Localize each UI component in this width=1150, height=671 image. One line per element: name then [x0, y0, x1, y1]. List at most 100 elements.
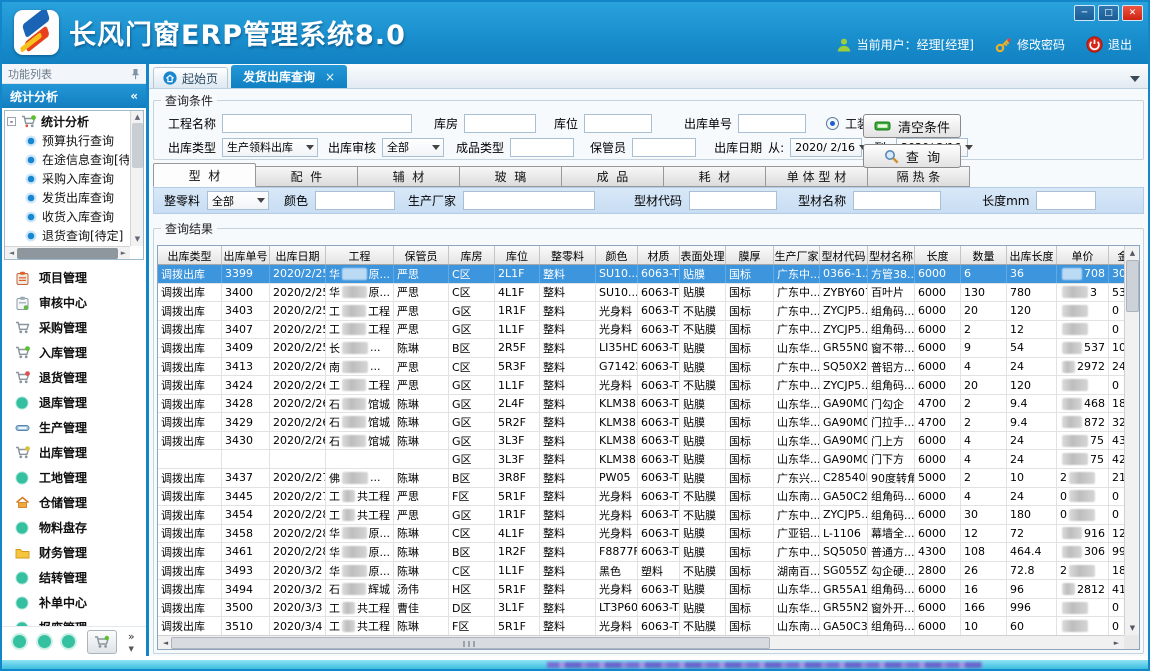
column-header[interactable]: 出库日期 — [270, 246, 326, 265]
tree-item[interactable]: 采购入库查询 — [7, 169, 129, 188]
tree-item[interactable]: 预算执行查询 — [7, 131, 129, 150]
table-row[interactable]: 调拨出库34132020/2/26南...严思C区5R3F整料G71422606… — [158, 358, 1124, 377]
column-header[interactable]: 材质 — [638, 246, 680, 265]
factory-input[interactable] — [463, 191, 595, 210]
sidebar-menu-item[interactable]: 审核中心 — [2, 290, 146, 315]
column-header[interactable]: 金额 — [1109, 246, 1124, 265]
table-row[interactable]: 调拨出库34292020/2/26石馆城陈琳G区5R2F整料KLM3817606… — [158, 413, 1124, 432]
length-input[interactable] — [1036, 191, 1096, 210]
collapse-panel-button[interactable]: « — [130, 89, 138, 103]
tab-home[interactable]: 起始页 — [153, 67, 228, 88]
material-tab[interactable]: 辅 材 — [357, 166, 460, 187]
tree-item[interactable]: 收货入库查询 — [7, 207, 129, 226]
close-button[interactable]: ✕ — [1122, 5, 1143, 21]
column-header[interactable]: 库位 — [495, 246, 540, 265]
table-row[interactable]: 调拨出库34372020/2/27佛...陈琳B区3R8F整料PW056063-… — [158, 469, 1124, 488]
column-header[interactable]: 出库类型 — [158, 246, 222, 265]
column-header[interactable]: 表面处理 — [680, 246, 726, 265]
sidebar-menu-item[interactable]: 入库管理 — [2, 340, 146, 365]
material-tab[interactable]: 配 件 — [255, 166, 358, 187]
column-header[interactable]: 单价 — [1057, 246, 1109, 265]
logout-button[interactable]: 退出 — [1086, 36, 1132, 53]
column-header[interactable]: 工程 — [326, 246, 394, 265]
column-header[interactable]: 保管员 — [394, 246, 449, 265]
tab-list-dropdown-icon[interactable] — [1130, 76, 1140, 82]
table-row[interactable]: 调拨出库34032020/2/25工工程严思G区1R1F整料光身料6063-T5… — [158, 302, 1124, 321]
column-header[interactable]: 型材名称 — [868, 246, 915, 265]
material-tab[interactable]: 单 体 型 材 — [765, 166, 868, 187]
material-tab[interactable]: 隔 热 条 — [867, 166, 970, 187]
sidebar-menu-item[interactable]: 结转管理 — [2, 565, 146, 590]
pin-icon[interactable] — [131, 68, 140, 80]
minimize-button[interactable]: ─ — [1074, 5, 1095, 21]
column-header[interactable]: 数量 — [961, 246, 1007, 265]
out-type-select[interactable]: 生产领料出库 — [222, 138, 318, 157]
project-name-input[interactable] — [222, 114, 412, 133]
table-row[interactable]: 调拨出库34452020/2/27工共工程严思F区5R1F整料光身料6063-T… — [158, 488, 1124, 507]
table-row[interactable]: 调拨出库35002020/3/3工共工程曹佳D区3L1F整料LT3P606063… — [158, 599, 1124, 618]
sidebar-menu-item[interactable]: 采购管理 — [2, 315, 146, 340]
sidebar-menu-item[interactable]: 物料盘存 — [2, 515, 146, 540]
maximize-button[interactable]: □ — [1098, 5, 1119, 21]
profile-code-input[interactable] — [689, 191, 777, 210]
sidebar-menu-item[interactable]: 仓储管理 — [2, 490, 146, 515]
color-input[interactable] — [315, 191, 395, 210]
tree-vertical-scrollbar[interactable]: ▲▼ — [130, 111, 143, 246]
sidebar-menu-item[interactable]: 退库管理 — [2, 390, 146, 415]
table-row[interactable]: 调拨出库34092020/2/25长...陈琳B区2R5F整料LI35HD606… — [158, 339, 1124, 358]
tree-item[interactable]: 在途信息查询[待 — [7, 150, 129, 169]
sidebar-menu-item[interactable]: 工地管理 — [2, 465, 146, 490]
table-row[interactable]: 调拨出库34302020/2/26石馆城陈琳G区3L3F整料KLM3817606… — [158, 432, 1124, 451]
table-row[interactable]: 调拨出库34282020/2/26石馆城陈琳G区2L4F整料KLM3817606… — [158, 395, 1124, 414]
sidebar-menu-item[interactable]: 报废管理 — [2, 615, 146, 626]
table-row[interactable]: 调拨出库35102020/3/4工共工程陈琳F区5R1F整料光身料6063-T5… — [158, 617, 1124, 635]
tree-horizontal-scrollbar[interactable]: ◄► — [5, 246, 130, 259]
footer-dot-icon[interactable] — [13, 635, 26, 648]
sidebar-menu-item[interactable]: 项目管理 — [2, 265, 146, 290]
change-password-button[interactable]: 修改密码 — [995, 36, 1065, 53]
column-header[interactable]: 型材代码 — [820, 246, 868, 265]
table-row[interactable]: 调拨出库34072020/2/25工工程严思G区1L1F整料光身料6063-T5… — [158, 321, 1124, 340]
profile-name-input[interactable] — [853, 191, 941, 210]
column-header[interactable]: 颜色 — [596, 246, 638, 265]
column-header[interactable]: 整零料 — [540, 246, 596, 265]
footer-dot-icon[interactable] — [62, 635, 75, 648]
table-row[interactable]: 调拨出库34582020/2/28华原...陈琳C区4L1F整料光身料6063-… — [158, 525, 1124, 544]
material-tab[interactable]: 耗 材 — [663, 166, 766, 187]
table-row[interactable]: 调拨出库34932020/3/2华原...陈琳C区1L1F整料黑色塑料不贴膜国标… — [158, 562, 1124, 581]
table-row[interactable]: 调拨出库33992020/2/25华原...严思C区2L1F整料SU10...6… — [158, 265, 1124, 284]
keeper-input[interactable] — [632, 138, 696, 157]
product-type-input[interactable] — [510, 138, 574, 157]
location-input[interactable] — [584, 114, 652, 133]
order-no-input[interactable] — [738, 114, 806, 133]
tree-root-statistics[interactable]: -统计分析 — [7, 112, 129, 131]
industrial-radio[interactable] — [826, 117, 839, 130]
material-tab[interactable]: 型 材 — [153, 163, 256, 187]
material-tab[interactable]: 成 品 — [561, 166, 664, 187]
table-row[interactable]: 调拨出库34612020/2/28华原...陈琳B区1R2F整料F8877FT6… — [158, 543, 1124, 562]
audit-select[interactable]: 全部 — [382, 138, 444, 157]
clear-conditions-button[interactable]: 清空条件 — [863, 114, 961, 138]
material-tab[interactable]: 玻 璃 — [459, 166, 562, 187]
column-header[interactable]: 出库单号 — [222, 246, 270, 265]
footer-overflow-button[interactable]: »▼ — [128, 631, 135, 653]
table-row[interactable]: G区3L3F整料KLM38176063-T5贴膜国标山东华...GA90M09.… — [158, 450, 1124, 469]
grid-vertical-scrollbar[interactable]: ▲▼ — [1124, 246, 1139, 635]
grid-horizontal-scrollbar[interactable]: ◄ ► — [158, 635, 1124, 649]
date-from-picker[interactable]: 2020/ 2/16 — [790, 138, 862, 157]
table-row[interactable]: 调拨出库34542020/2/28工共工程严思G区1R1F整料光身料6063-T… — [158, 506, 1124, 525]
column-header[interactable]: 生产厂家 — [774, 246, 820, 265]
column-header[interactable]: 膜厚 — [726, 246, 774, 265]
tab-shipping-query[interactable]: 发货出库查询 × — [231, 65, 347, 88]
column-header[interactable]: 出库长度 — [1007, 246, 1057, 265]
sidebar-menu-item[interactable]: 出库管理 — [2, 440, 146, 465]
search-button[interactable]: 查 询 — [863, 144, 961, 168]
sidebar-menu-item[interactable]: 财务管理 — [2, 540, 146, 565]
footer-dot-icon[interactable] — [38, 635, 51, 648]
table-row[interactable]: 调拨出库34942020/3/2石辉城汤伟H区5R1F整料光身料6063-T5贴… — [158, 580, 1124, 599]
sidebar-menu-item[interactable]: 生产管理 — [2, 415, 146, 440]
tree-item[interactable]: 发货出库查询 — [7, 188, 129, 207]
column-header[interactable]: 库房 — [449, 246, 495, 265]
part-type-select[interactable]: 全部 — [207, 191, 269, 210]
table-row[interactable]: 调拨出库34002020/2/25华原...严思C区4L1F整料SU10...6… — [158, 284, 1124, 303]
